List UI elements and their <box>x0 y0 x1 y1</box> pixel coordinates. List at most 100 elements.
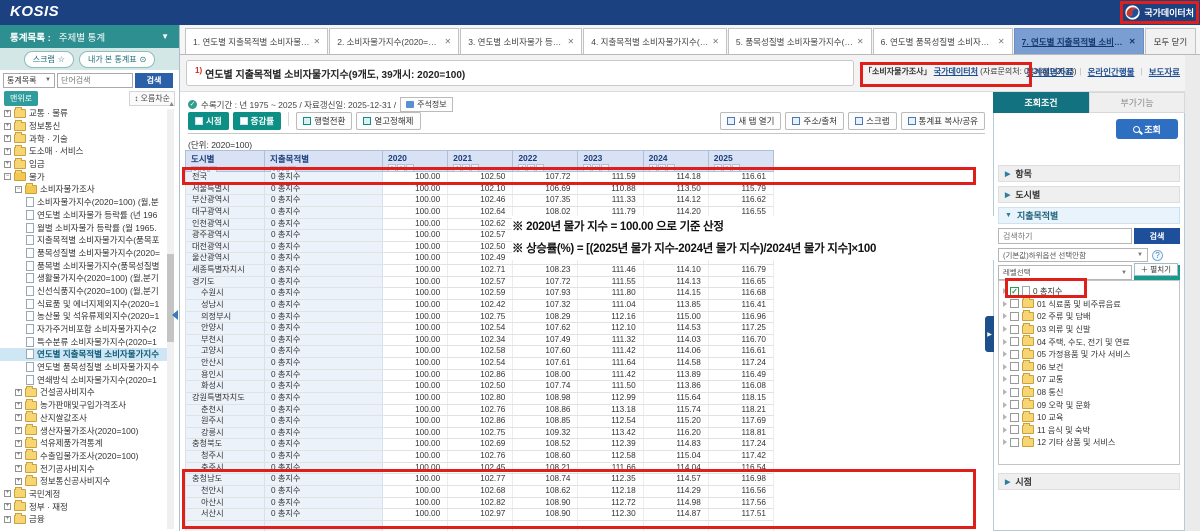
checkbox-tree-item[interactable]: 09 오락 및 문화 <box>1003 398 1179 411</box>
scrap-button[interactable]: 스크랩☆ <box>24 51 74 68</box>
close-icon[interactable]: ✕ <box>445 37 452 46</box>
tab-extra-functions[interactable]: 부가기능 <box>1089 92 1185 113</box>
sidebar-tree-item[interactable]: −소비자물가조사 <box>0 183 168 196</box>
sidebar-tree-item[interactable]: +금융 <box>0 513 168 526</box>
tree-expand-arrow-icon[interactable] <box>1003 439 1007 445</box>
checkbox[interactable] <box>1010 413 1019 422</box>
tab-query-condition[interactable]: 조회조건 <box>993 92 1089 113</box>
document-tab[interactable]: 7. 연도별 지출목적별 소비자물…✕ <box>1014 28 1144 54</box>
document-tab[interactable]: 1. 연도별 지출목적별 소비자물…✕ <box>185 28 328 54</box>
checkbox-tree-item[interactable]: 11 음식 및 숙박 <box>1003 424 1179 437</box>
document-tab[interactable]: 2. 소비자물가지수(2020=100)✕ <box>329 28 459 54</box>
doc-link[interactable]: 통계설명자료 <box>1026 66 1073 78</box>
sidebar-tree-item[interactable]: 식료품 및 에너지제외지수(2020=1 <box>0 297 168 310</box>
stat-list-menubar[interactable]: 통계목록 : 주제별 통계 ▼ <box>0 25 179 48</box>
sidebar-tree-item[interactable]: +농가판매및구입가격조사 <box>0 399 168 412</box>
checkbox[interactable] <box>1010 350 1019 359</box>
tree-expand-arrow-icon[interactable] <box>1003 402 1007 408</box>
tree-expand-arrow-icon[interactable] <box>1003 351 1007 357</box>
sidebar-tree-item[interactable]: +정부 · 재정 <box>0 500 168 513</box>
search-category-select[interactable]: 통계목록▼ <box>3 73 55 88</box>
close-icon[interactable]: ✕ <box>314 37 321 46</box>
accordion-time[interactable]: ▶시점 <box>998 473 1180 490</box>
checkbox-tree-item[interactable]: 06 보건 <box>1003 361 1179 374</box>
address-source-button[interactable]: 주소/출처 <box>785 112 844 130</box>
tree-expand-icon[interactable]: + <box>15 465 22 472</box>
sidebar-tree-item[interactable]: 지출목적별 소비자물가지수(품목포 <box>0 234 168 247</box>
checkbox[interactable] <box>1010 375 1019 384</box>
sidebar-tree-item[interactable]: 연도별 지출목적별 소비자물가지수 <box>0 348 168 361</box>
scroll-up-icon[interactable]: ▲ <box>168 101 175 108</box>
tree-expand-arrow-icon[interactable] <box>1003 376 1007 382</box>
sidebar-tree-item[interactable]: −물가 <box>0 170 168 183</box>
sidebar-tree-item[interactable]: 품목별 소비자물가지수(품목성질별 <box>0 259 168 272</box>
sidebar-tree-item[interactable]: +교통 · 물류 <box>0 107 168 120</box>
close-icon[interactable]: ✕ <box>712 37 719 46</box>
checkbox-tree-item[interactable]: 03 의류 및 신발 <box>1003 323 1179 336</box>
checkbox[interactable] <box>1010 325 1019 334</box>
checkbox-tree-item[interactable]: 08 통신 <box>1003 386 1179 399</box>
collapse-right-panel-icon[interactable]: ▶ <box>985 316 994 352</box>
close-icon[interactable]: ✕ <box>998 37 1005 46</box>
checkbox[interactable] <box>1010 438 1019 447</box>
checkbox-tree-item[interactable]: 02 주류 및 담배 <box>1003 310 1179 323</box>
tree-expand-icon[interactable]: + <box>4 503 11 510</box>
help-icon[interactable]: ? <box>1152 250 1163 261</box>
tree-scrollbar-thumb[interactable] <box>167 254 174 342</box>
sidebar-tree-item[interactable]: +석유제품가격통계 <box>0 437 168 450</box>
checkbox-tree-item[interactable]: 05 가정용품 및 가사 서비스 <box>1003 348 1179 361</box>
transpose-button[interactable]: 행렬전환 <box>296 112 352 130</box>
sidebar-tree-item[interactable]: +수출입물가조사(2020=100) <box>0 450 168 463</box>
word-search-input[interactable] <box>57 73 133 88</box>
sidebar-tree-item[interactable]: 월별 소비자물가 등락률 (월 1965. <box>0 221 168 234</box>
sidebar-tree-item[interactable]: 연쇄방식 소비자물가지수(2020=1 <box>0 373 168 386</box>
doc-link[interactable]: 온라인간행물 <box>1088 66 1135 78</box>
time-button[interactable]: 시점 <box>188 112 229 130</box>
tree-expand-icon[interactable]: + <box>15 402 22 409</box>
sidebar-tree-item[interactable]: 소비자물가지수(2020=100) (월,분 <box>0 196 168 209</box>
panel-search-button[interactable]: 검색 <box>1134 228 1180 244</box>
rate-button[interactable]: 증감률 <box>233 112 281 130</box>
scrap-button[interactable]: 스크랩 <box>848 112 896 130</box>
sidebar-tree-item[interactable]: +임금 <box>0 158 168 171</box>
sidebar-tree-item[interactable]: 자가주거비포함 소비자물가지수(2 <box>0 323 168 336</box>
close-icon[interactable]: ✕ <box>857 37 864 46</box>
close-icon[interactable]: ✕ <box>568 37 575 46</box>
checkbox-tree-item[interactable]: 10 교육 <box>1003 411 1179 424</box>
kosis-logo[interactable]: KOSIS <box>10 3 59 20</box>
sidebar-tree-item[interactable]: 연도별 품목성질별 소비자물가지수 <box>0 361 168 374</box>
checkbox-tree-item[interactable]: 01 식료품 및 비주류음료 <box>1003 298 1179 311</box>
tree-expand-icon[interactable]: − <box>4 173 11 180</box>
accordion-purpose[interactable]: ▼지출목적별 <box>998 207 1180 224</box>
close-icon[interactable]: ✕ <box>1129 37 1136 46</box>
sidebar-tree-item[interactable]: 품목성질별 소비자물가지수(2020= <box>0 247 168 260</box>
checkbox-tree-item[interactable]: 04 주택, 수도, 전기 및 연료 <box>1003 335 1179 348</box>
sidebar-tree-item[interactable]: +정보통신 <box>0 120 168 133</box>
sidebar-tree-item[interactable]: +정보통신공사비지수 <box>0 475 168 488</box>
sidebar-tree-item[interactable]: 연도별 소비자물가 등락률 (년 196 <box>0 209 168 222</box>
annotation-info-button[interactable]: 주석정보 <box>400 97 452 112</box>
sidebar-tree-item[interactable]: +전기공사비지수 <box>0 462 168 475</box>
checkbox[interactable] <box>1010 388 1019 397</box>
tree-expand-icon[interactable]: + <box>15 389 22 396</box>
query-button[interactable]: 조회 <box>1116 119 1178 139</box>
tree-expand-arrow-icon[interactable] <box>1003 427 1007 433</box>
checkbox[interactable] <box>1010 299 1019 308</box>
checkbox-tree-item[interactable]: 07 교통 <box>1003 373 1179 386</box>
tree-expand-arrow-icon[interactable] <box>1003 301 1007 307</box>
checkbox[interactable] <box>1010 425 1019 434</box>
sidebar-tree-item[interactable]: +산지쌀값조사 <box>0 412 168 425</box>
tree-expand-arrow-icon[interactable] <box>1003 364 1007 370</box>
tree-expand-icon[interactable]: + <box>15 414 22 421</box>
sidebar-tree-item[interactable]: +생산자물가조사(2020=100) <box>0 424 168 437</box>
sidebar-search-button[interactable]: 검색 <box>135 73 173 88</box>
new-tab-button[interactable]: 새 탭 열기 <box>720 112 781 130</box>
sidebar-tree-item[interactable]: 특수분류 소비자물가지수(2020=1 <box>0 335 168 348</box>
suboption-select[interactable]: (기본값)하위옵션 선택안함▼ <box>998 248 1148 262</box>
tree-expand-icon[interactable]: + <box>4 110 11 117</box>
document-tab[interactable]: 6. 연도별 품목성질별 소비자물…✕ <box>873 28 1013 54</box>
go-top-button[interactable]: 맨위로 <box>4 91 38 106</box>
accordion-city[interactable]: ▶도시별 <box>998 186 1180 203</box>
sidebar-tree-item[interactable]: 농산물 및 석유류제외지수(2020=1 <box>0 310 168 323</box>
tree-expand-icon[interactable]: + <box>15 440 22 447</box>
